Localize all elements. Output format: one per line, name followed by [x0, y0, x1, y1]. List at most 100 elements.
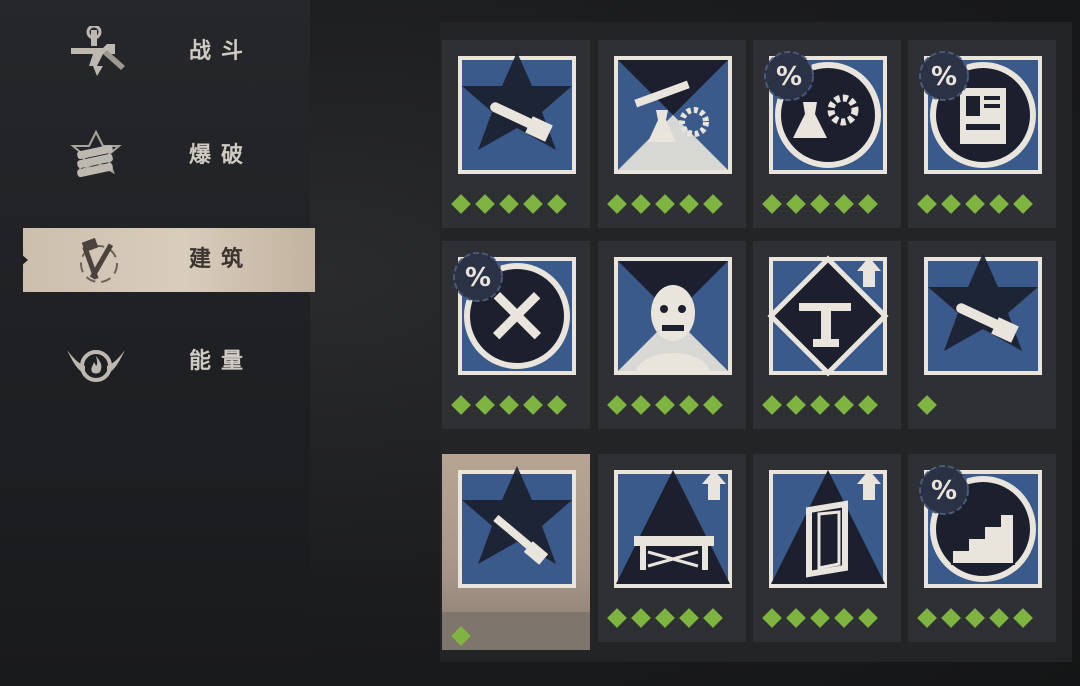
- perk-card[interactable]: [442, 454, 590, 650]
- rank-diamond-icon: [762, 608, 782, 628]
- turret-icon: [767, 255, 889, 377]
- door-frame-icon: [771, 470, 885, 584]
- rank-diamond-icon: [475, 395, 495, 415]
- pistol-wrench-icon: [63, 26, 129, 78]
- category-label: 建筑: [189, 247, 254, 272]
- rank-diamond-icon: [451, 395, 471, 415]
- rank-diamond-icon: [523, 194, 543, 214]
- category-label: 爆破: [189, 143, 254, 168]
- rank-diamond-icon: [965, 194, 985, 214]
- zombie-head-icon: [618, 261, 728, 371]
- perk-card[interactable]: %: [908, 40, 1056, 228]
- perk-tile: [924, 253, 1042, 375]
- wrench-flask-gear-icon: [618, 60, 728, 170]
- perk-tile: [614, 470, 732, 588]
- svg-text:%: %: [776, 62, 802, 92]
- perk-card[interactable]: [753, 241, 901, 429]
- perk-card[interactable]: [908, 241, 1056, 429]
- discount-badge-icon: %: [916, 462, 972, 518]
- rank-diamond-icon: [989, 194, 1009, 214]
- rank-diamond-icon: [786, 194, 806, 214]
- perk-rank: [917, 606, 1036, 630]
- perk-card[interactable]: [442, 40, 590, 228]
- rank-diamond-icon: [631, 194, 651, 214]
- rank-diamond-icon: [451, 626, 471, 646]
- rank-diamond-icon: [679, 194, 699, 214]
- rank-diamond-icon: [451, 194, 471, 214]
- perk-rank: [607, 393, 726, 417]
- dynamite-icon: [63, 130, 129, 182]
- perk-tile: [769, 470, 887, 588]
- perk-tile: [458, 52, 576, 174]
- rank-diamond-icon: [834, 608, 854, 628]
- rank-diamond-icon: [965, 608, 985, 628]
- rank-diamond-icon: [786, 608, 806, 628]
- perk-rank: [762, 192, 881, 216]
- hammer-crossed-icon: [63, 234, 129, 286]
- category-label: 能量: [189, 349, 254, 374]
- rank-diamond-icon: [703, 608, 723, 628]
- svg-text:%: %: [931, 62, 957, 92]
- rank-diamond-icon: [941, 608, 961, 628]
- rank-diamond-icon: [547, 194, 567, 214]
- rank-diamond-icon: [810, 608, 830, 628]
- upgrade-arrow-icon: [702, 470, 726, 500]
- perk-rank: [451, 393, 570, 417]
- rank-diamond-icon: [499, 395, 519, 415]
- svg-text:%: %: [465, 263, 491, 293]
- svg-text:%: %: [931, 476, 957, 506]
- rank-diamond-icon: [655, 395, 675, 415]
- rank-diamond-icon: [834, 194, 854, 214]
- nail-gun-blueprint-icon: [462, 466, 572, 565]
- perk-card[interactable]: %: [753, 40, 901, 228]
- rank-diamond-icon: [762, 194, 782, 214]
- rank-diamond-icon: [679, 608, 699, 628]
- perk-rank: [451, 192, 570, 216]
- rank-diamond-icon: [703, 395, 723, 415]
- perk-tile: [614, 56, 732, 174]
- rank-diamond-icon: [858, 608, 878, 628]
- workbench-icon: [616, 470, 730, 584]
- rank-diamond-icon: [703, 194, 723, 214]
- category-sidebar: 战斗 爆破 建筑 能量: [0, 0, 315, 686]
- rank-diamond-icon: [810, 395, 830, 415]
- discount-badge-icon: %: [916, 48, 972, 104]
- rank-diamond-icon: [989, 608, 1009, 628]
- perk-card[interactable]: [598, 454, 746, 642]
- category-building[interactable]: 建筑: [21, 228, 315, 292]
- rank-diamond-icon: [941, 194, 961, 214]
- perk-rank: [917, 192, 1036, 216]
- rank-diamond-icon: [762, 395, 782, 415]
- perk-rank: [917, 393, 940, 417]
- perk-tile: [614, 257, 732, 375]
- category-energy[interactable]: 能量: [23, 330, 315, 394]
- selected-arrow-icon: [21, 254, 28, 266]
- perk-rank: [762, 606, 881, 630]
- perk-tile: [458, 466, 576, 588]
- perk-rank: [607, 606, 726, 630]
- discount-badge-icon: %: [761, 48, 817, 104]
- rank-diamond-icon: [786, 395, 806, 415]
- perk-card[interactable]: %: [908, 454, 1056, 642]
- category-combat[interactable]: 战斗: [23, 20, 315, 84]
- rank-diamond-icon: [607, 194, 627, 214]
- rank-diamond-icon: [631, 608, 651, 628]
- rank-diamond-icon: [655, 194, 675, 214]
- category-explosives[interactable]: 爆破: [23, 124, 315, 188]
- rank-diamond-icon: [1013, 608, 1033, 628]
- rank-diamond-icon: [917, 194, 937, 214]
- rank-diamond-icon: [475, 194, 495, 214]
- rank-diamond-icon: [607, 608, 627, 628]
- rank-diamond-icon: [655, 608, 675, 628]
- perk-card[interactable]: [598, 40, 746, 228]
- rank-diamond-icon: [917, 395, 937, 415]
- perk-rank: [762, 393, 881, 417]
- perk-card[interactable]: %: [442, 241, 590, 429]
- perk-card[interactable]: [598, 241, 746, 429]
- category-label: 战斗: [189, 39, 254, 64]
- perk-rank: [607, 192, 726, 216]
- perk-card[interactable]: [753, 454, 901, 642]
- upgrade-arrow-icon: [857, 257, 881, 287]
- rank-diamond-icon: [631, 395, 651, 415]
- rank-diamond-icon: [523, 395, 543, 415]
